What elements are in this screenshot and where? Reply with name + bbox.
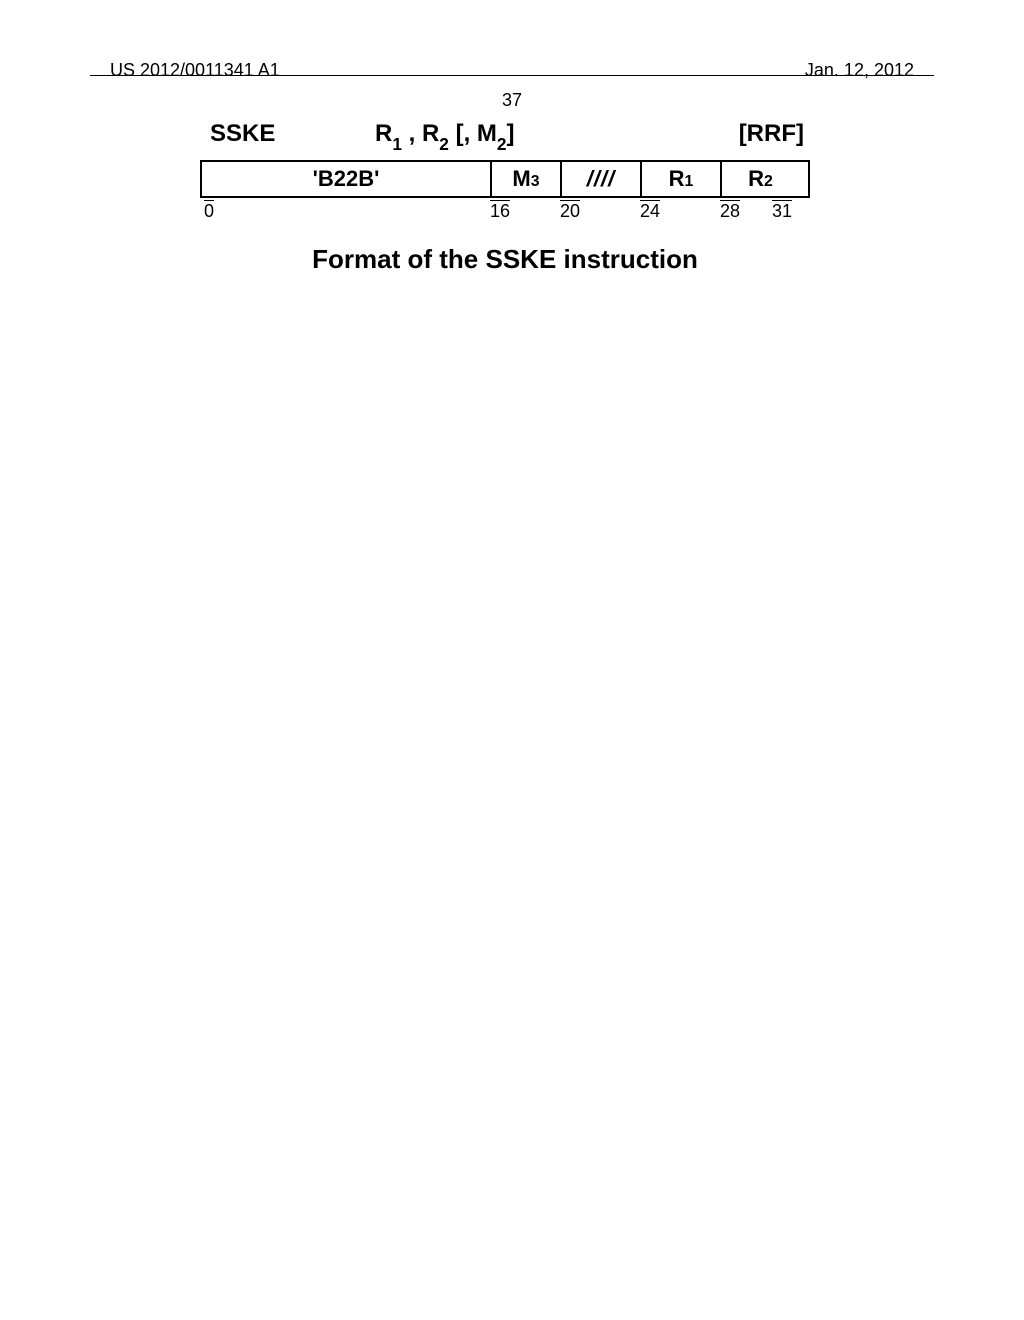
bit-label-31: 31 bbox=[772, 200, 792, 222]
bit-label-16: 16 bbox=[490, 200, 510, 222]
publication-date: Jan. 12, 2012 bbox=[805, 60, 914, 81]
header-rule bbox=[90, 75, 934, 76]
instruction-format-diagram: SSKE R1 , R2 [, M2] · [RRF] 'B22B' M3 //… bbox=[200, 120, 810, 275]
instruction-fields-table: 'B22B' M3 //// R1 R2 bbox=[200, 160, 810, 198]
field-r1: R1 bbox=[642, 162, 722, 196]
bit-label-20: 20 bbox=[560, 200, 580, 222]
bit-label-24: 24 bbox=[640, 200, 660, 222]
bit-position-row: 0 16 20 24 28 31 bbox=[200, 200, 810, 224]
publication-number: US 2012/0011341 A1 bbox=[110, 60, 280, 81]
page-number: 37 bbox=[502, 90, 522, 111]
bit-label-28: 28 bbox=[720, 200, 740, 222]
field-reserved: //// bbox=[562, 162, 642, 196]
mnemonic-label: SSKE bbox=[210, 120, 275, 148]
format-tag: [RRF] bbox=[739, 120, 804, 148]
bit-label-0: 0 bbox=[204, 200, 214, 222]
operands-label: R1 , R2 [, M2] bbox=[375, 120, 515, 152]
instruction-signature-row: SSKE R1 , R2 [, M2] · [RRF] bbox=[200, 120, 810, 160]
field-opcode: 'B22B' bbox=[202, 162, 492, 196]
diagram-caption: Format of the SSKE instruction bbox=[200, 244, 810, 275]
field-r2: R2 bbox=[722, 162, 799, 196]
field-m3: M3 bbox=[492, 162, 562, 196]
